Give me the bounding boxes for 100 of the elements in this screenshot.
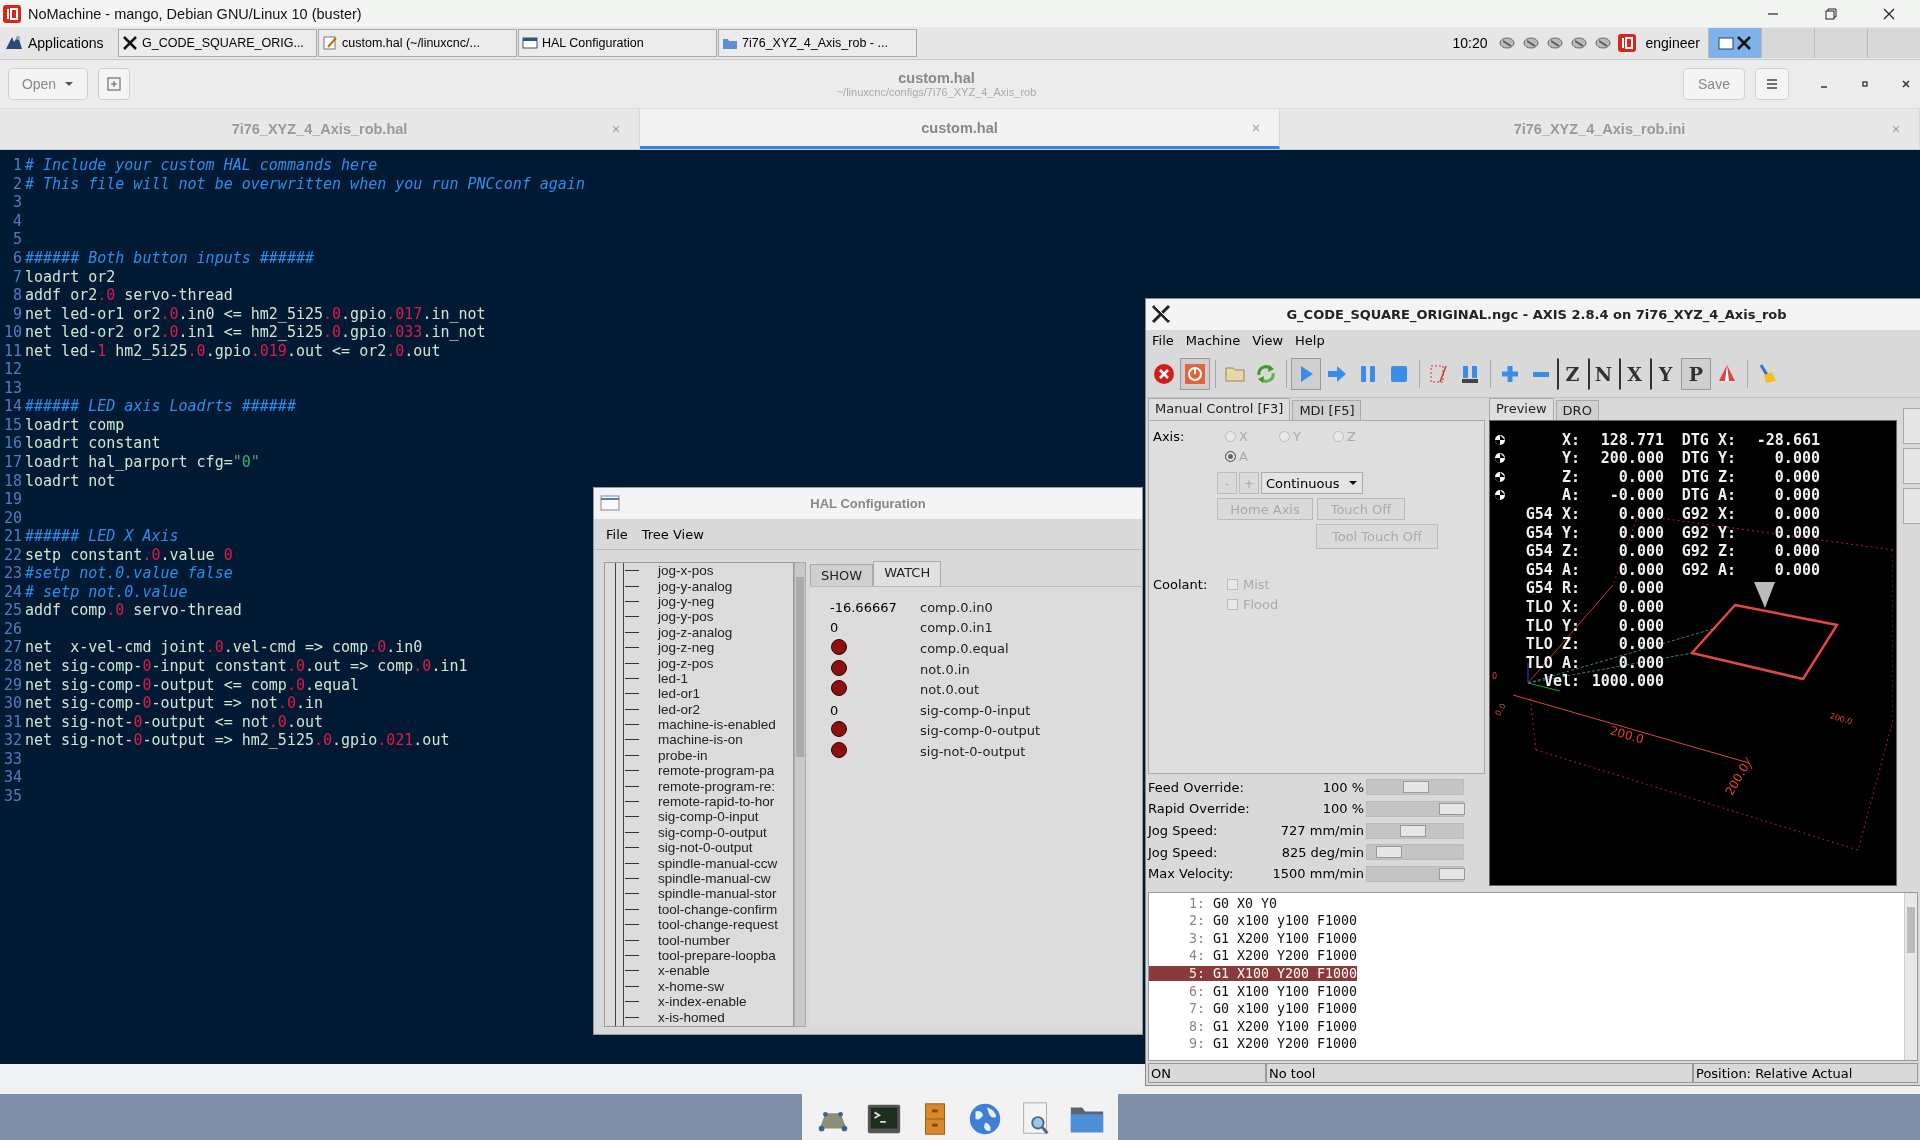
tab[interactable]: Preview	[1489, 398, 1554, 421]
view-button[interactable]: Z	[1557, 358, 1587, 391]
tray-icon[interactable]	[1521, 34, 1540, 52]
tree-item[interactable]: remote-rapid-to-hor	[658, 794, 775, 810]
toolbar-button[interactable]	[1180, 358, 1210, 391]
tree-item[interactable]: jog-z-analog	[658, 624, 733, 640]
slider-thumb[interactable]	[1376, 846, 1403, 859]
slider[interactable]	[1366, 865, 1464, 882]
scrollbar[interactable]	[1904, 893, 1917, 1061]
slider-thumb[interactable]	[1439, 802, 1465, 815]
slider-thumb[interactable]	[1400, 824, 1427, 837]
jog-mode-dropdown[interactable]: Continuous	[1261, 472, 1363, 495]
side-button[interactable]	[1903, 448, 1920, 485]
tree-item[interactable]: spindle-manual-ccw	[658, 855, 778, 871]
slider[interactable]	[1366, 844, 1464, 861]
scrollbar[interactable]	[794, 562, 806, 1027]
gcode-line[interactable]: 4: G1 X200 Y200 F1000	[1149, 948, 1358, 964]
slider-thumb[interactable]	[1403, 781, 1429, 794]
taskbar-task[interactable]: G_CODE_SQUARE_ORIG...	[118, 29, 317, 57]
taskbar-task[interactable]: custom.hal (~/linuxcnc/...	[318, 29, 517, 57]
tree-item[interactable]: x-index-enable	[658, 994, 747, 1010]
tree-item[interactable]: machine-is-on	[658, 732, 743, 748]
app-logo-icon[interactable]	[1617, 34, 1636, 52]
taskbar-task[interactable]: 7i76_XYZ_4_Axis_rob - ...	[718, 29, 917, 57]
tree-item[interactable]: tool-change-request	[658, 917, 779, 933]
taskbar-task[interactable]: HAL Configuration	[518, 29, 717, 57]
tree-item[interactable]: jog-z-neg	[658, 640, 715, 656]
view-button[interactable]: X	[1619, 358, 1649, 391]
restore-icon[interactable]	[1824, 6, 1838, 21]
menu-button[interactable]	[1755, 68, 1789, 100]
tab[interactable]: Manual Control [F3]	[1148, 398, 1291, 421]
workspace-button[interactable]	[1708, 28, 1761, 58]
tree-item[interactable]: sig-comp-0-input	[658, 809, 759, 825]
clock: 10:20	[1452, 35, 1488, 51]
tab[interactable]: WATCH	[873, 561, 942, 586]
code-line: addf or2.0 servo-thread	[25, 286, 233, 305]
view-button[interactable]: N	[1588, 358, 1618, 391]
tray-icon[interactable]	[1545, 34, 1564, 52]
tray-icon[interactable]	[1497, 34, 1516, 52]
tree-item[interactable]: tool-number	[658, 932, 731, 948]
tree-item[interactable]: jog-z-pos	[658, 655, 714, 671]
tree-item[interactable]: led-or2	[658, 701, 701, 717]
new-tab-button[interactable]	[98, 68, 130, 100]
tree-item[interactable]: jog-y-pos	[658, 609, 714, 625]
tree-item[interactable]: led-or1	[658, 686, 701, 702]
slider[interactable]	[1366, 800, 1464, 817]
tree-item[interactable]: x-enable	[658, 963, 710, 979]
tree-item[interactable]: remote-program-re:	[658, 778, 776, 794]
menu-item[interactable]: File	[606, 526, 628, 542]
gcode-line[interactable]: 9: G1 X200 Y200 F1000	[1149, 1036, 1358, 1052]
menu-item[interactable]: View	[1252, 333, 1284, 349]
gcode-line[interactable]: 7: G0 x100 y100 F1000	[1149, 1001, 1358, 1017]
status-field: ON	[1148, 1063, 1266, 1084]
maximize-icon[interactable]	[1859, 78, 1871, 90]
tray-icon[interactable]	[1569, 34, 1588, 52]
tab[interactable]: DRO	[1555, 400, 1599, 421]
preview-canvas[interactable]	[1489, 420, 1897, 887]
slider-thumb[interactable]	[1439, 867, 1465, 880]
line-number: 5	[11, 230, 22, 249]
close-icon[interactable]	[1900, 78, 1912, 90]
tree-item[interactable]: probe-in	[658, 747, 708, 763]
tab[interactable]: MDI [F5]	[1292, 400, 1362, 421]
code-line: # Include your custom HAL commands here	[25, 156, 378, 175]
tree-item[interactable]: sig-comp-0-output	[658, 824, 767, 840]
dimension-label: 0	[1492, 672, 1498, 682]
tree-item[interactable]: x-is-homed	[658, 1009, 725, 1025]
gcode-line[interactable]: 3: G1 X200 Y100 F1000	[1149, 930, 1358, 946]
tree-item[interactable]: machine-is-enabled	[658, 717, 776, 733]
slider[interactable]	[1366, 822, 1464, 839]
applications-menu[interactable]: Applications	[0, 29, 118, 57]
tree-item[interactable]: remote-program-pa	[658, 763, 775, 779]
side-button[interactable]	[1903, 488, 1920, 525]
side-button[interactable]	[1903, 408, 1920, 445]
tree-item[interactable]: jog-y-analog	[658, 578, 733, 594]
gcode-line[interactable]: 2: G0 x100 y100 F1000	[1149, 913, 1358, 929]
window-title: NoMachine - mango, Debian GNU/Linux 10 (buster)	[28, 5, 362, 22]
tree-item[interactable]: tool-prepare-loopba	[658, 947, 776, 963]
tree-item[interactable]: spindle-manual-stor	[658, 886, 777, 902]
tree-item[interactable]: sig-not-0-output	[658, 840, 753, 856]
tree-item[interactable]: x-home-sw	[658, 978, 724, 994]
menu-item[interactable]: Help	[1295, 333, 1325, 349]
tree-item[interactable]: tool-change-confirm	[658, 901, 778, 917]
gcode-listing[interactable]: 1: G0 X0 Y0 2: G0 x100 y100 F1000 3: G1 X200 Y100 F1000 4: G1 X200 Y200 F1000 5: G1 X100 Y200 F1000 6: G1 X100 Y100 F1000 7: G0 x100 y100 F1000 8: G1 X200 Y100 F1000 9: G1 X200 Y200 F1000	[1148, 892, 1918, 1062]
tree-item[interactable]: jog-x-pos	[658, 563, 714, 579]
close-icon[interactable]	[1882, 6, 1896, 21]
tree-item[interactable]: spindle-manual-cw	[658, 871, 771, 886]
tree-item[interactable]: led-1	[658, 670, 689, 686]
gcode-line[interactable]: 1: G0 X0 Y0	[1149, 895, 1278, 911]
document-edit-icon	[322, 35, 338, 51]
gcode-line[interactable]: 8: G1 X200 Y100 F1000	[1149, 1018, 1358, 1034]
slider[interactable]	[1366, 779, 1464, 796]
menu-item[interactable]: Machine	[1185, 333, 1241, 349]
menu-item[interactable]: Tree View	[641, 526, 704, 542]
tree-item[interactable]: jog-y-neg	[658, 593, 715, 609]
gcode-line[interactable]: 6: G1 X100 Y100 F1000	[1149, 983, 1358, 999]
tray-icon[interactable]	[1593, 34, 1612, 52]
view-button[interactable]: P	[1681, 358, 1711, 391]
dro-value: -0.000	[1608, 486, 1664, 505]
tab[interactable]: SHOW	[810, 564, 874, 586]
menu-item[interactable]: File	[1152, 333, 1174, 349]
